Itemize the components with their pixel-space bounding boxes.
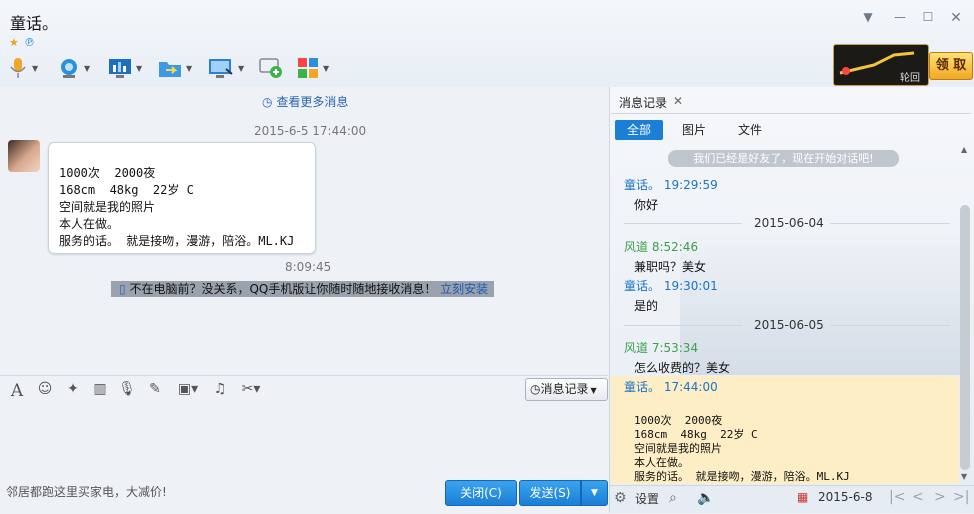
contact-name: 童话。: [10, 14, 59, 33]
window-header: [0, 0, 974, 87]
message-timestamp: 8:09:45: [285, 260, 332, 274]
mobile-promo-text: 不在电脑前？没关系，QQ手机版让你随时随地接收消息！: [129, 282, 437, 296]
promo-label: 轮回: [900, 73, 920, 84]
clock-icon: ◷: [530, 382, 541, 396]
screenshot-scissors-icon[interactable]: ✂▾: [236, 381, 266, 399]
shake-icon[interactable]: ✦: [64, 381, 82, 399]
previous-page-icon[interactable]: <: [912, 489, 924, 505]
video-call-button[interactable]: ▼: [58, 54, 90, 82]
voice-call-button[interactable]: ▼: [8, 54, 38, 82]
view-more-messages-link[interactable]: ◷ 查看更多消息: [262, 93, 348, 110]
bubble-line: 服务的话。 就是接吻，漫游，陪浴。ML.KJ: [59, 234, 295, 248]
history-sender: 童话。 19:29:59: [624, 178, 718, 192]
emoji-icon[interactable]: ☺: [36, 381, 54, 399]
mobile-promo-bar: ▯ 不在电脑前？没关系，QQ手机版让你随时随地接收消息！ 立刻安装: [111, 281, 494, 297]
bubble-line: 本人在做。: [59, 217, 120, 231]
claim-button[interactable]: 领 取: [929, 52, 973, 80]
install-now-link[interactable]: 立刻安装: [440, 282, 488, 296]
filter-all[interactable]: 全部: [615, 120, 663, 140]
tab-message-history[interactable]: 消息记录: [619, 94, 667, 111]
chevron-down-icon: ▼: [590, 386, 597, 395]
close-tab-icon[interactable]: ✕: [673, 94, 683, 108]
scroll-down-icon[interactable]: ▼: [961, 472, 967, 481]
bubble-line: 168cm 48kg 22岁 C: [59, 183, 194, 197]
ad-hint[interactable]: 邻居都跑这里买家电，大减价!: [6, 483, 167, 500]
message-bubble: 1000次 2000夜 168cm 48kg 22岁 C 空间就是我的照片 本人…: [48, 142, 316, 254]
maximize-button[interactable]: ☐: [918, 10, 938, 26]
microphone-icon: [10, 58, 26, 78]
folder-transfer-icon: [159, 62, 181, 77]
search-icon[interactable]: ⌕: [669, 490, 677, 506]
date-separator: 2015-06-04: [754, 216, 824, 230]
voice-message-icon[interactable]: 🎙: [118, 381, 136, 399]
next-page-icon[interactable]: >: [934, 489, 946, 505]
filter-files[interactable]: 文件: [730, 120, 770, 140]
history-sender: 童话。 17:44:00: [624, 380, 718, 394]
dropdown-icon[interactable]: ▼: [858, 10, 878, 26]
profile-icon[interactable]: ℗: [24, 36, 35, 49]
apps-button[interactable]: ▼: [297, 54, 329, 82]
date-divider-line: [830, 325, 950, 326]
screen-share-icon: [109, 59, 131, 78]
camera-icon: [61, 59, 77, 78]
history-label: 消息记录: [540, 382, 589, 396]
filter-images[interactable]: 图片: [674, 120, 714, 140]
bubble-line: 空间就是我的照片: [59, 200, 156, 214]
divider: [611, 113, 971, 114]
phone-icon: ▯: [119, 282, 126, 296]
history-message: 你好: [634, 198, 659, 212]
scroll-up-icon[interactable]: ▲: [961, 145, 967, 154]
speaker-icon[interactable]: 🔈: [697, 490, 714, 506]
remote-desktop-button[interactable]: ▼: [208, 54, 244, 82]
history-sender: 童话。 19:30:01: [624, 279, 718, 293]
file-transfer-button[interactable]: ▼: [158, 54, 192, 82]
star-icon[interactable]: ★: [9, 36, 19, 49]
background-skyline: [680, 230, 960, 375]
add-chat-icon: [259, 58, 282, 78]
gear-icon[interactable]: ⚙: [614, 490, 627, 506]
bubble-line: 1000次 2000夜: [59, 166, 156, 180]
music-icon[interactable]: ♫: [211, 381, 229, 399]
message-timestamp: 2015-6-5 17:44:00: [254, 124, 367, 138]
settings-label[interactable]: 设置: [635, 490, 659, 507]
scrollbar-thumb[interactable]: [960, 205, 970, 470]
date-divider-line: [624, 223, 742, 224]
apps-icon: [298, 58, 318, 78]
create-group-button[interactable]: [259, 54, 283, 82]
history-message-line: 服务的话。 就是接吻，漫游，陪浴。ML.KJ: [634, 470, 850, 483]
minimize-button[interactable]: —: [890, 10, 910, 26]
clock-icon: ◷: [262, 95, 273, 109]
history-sender: 风道 7:53:34: [624, 341, 699, 355]
gif-icon[interactable]: ▥: [90, 381, 110, 399]
font-icon[interactable]: A: [8, 381, 26, 401]
date-divider-line: [624, 325, 742, 326]
view-more-label: 查看更多消息: [276, 95, 349, 109]
close-button[interactable]: 关闭(C): [445, 480, 517, 506]
send-options-dropdown[interactable]: ▼: [581, 480, 608, 506]
remote-desktop-icon: [209, 59, 233, 78]
date-divider-line: [830, 223, 950, 224]
avatar[interactable]: [8, 140, 40, 172]
image-icon[interactable]: ▣▾: [173, 381, 203, 399]
send-button[interactable]: 发送(S): [519, 480, 581, 506]
close-window-button[interactable]: ✕: [946, 10, 966, 26]
system-message: 我们已经是好友了，现在开始对话吧!: [668, 150, 899, 167]
last-page-icon[interactable]: >|: [953, 489, 969, 505]
calendar-icon[interactable]: ▦: [797, 490, 808, 504]
history-message: 怎么收费的？美女: [634, 361, 731, 375]
screen-share-button[interactable]: ▼: [108, 54, 142, 82]
history-sender: 风道 8:52:46: [624, 240, 699, 254]
history-date[interactable]: 2015-6-8: [818, 490, 872, 504]
history-message: 兼职吗？美女: [634, 260, 707, 274]
message-input[interactable]: [0, 405, 608, 477]
message-history-button[interactable]: ◷消息记录 ▼: [525, 378, 608, 401]
first-page-icon[interactable]: |<: [889, 489, 905, 505]
edit-icon[interactable]: ✎: [146, 381, 164, 399]
history-message: 是的: [634, 299, 659, 313]
date-separator: 2015-06-05: [754, 318, 824, 332]
